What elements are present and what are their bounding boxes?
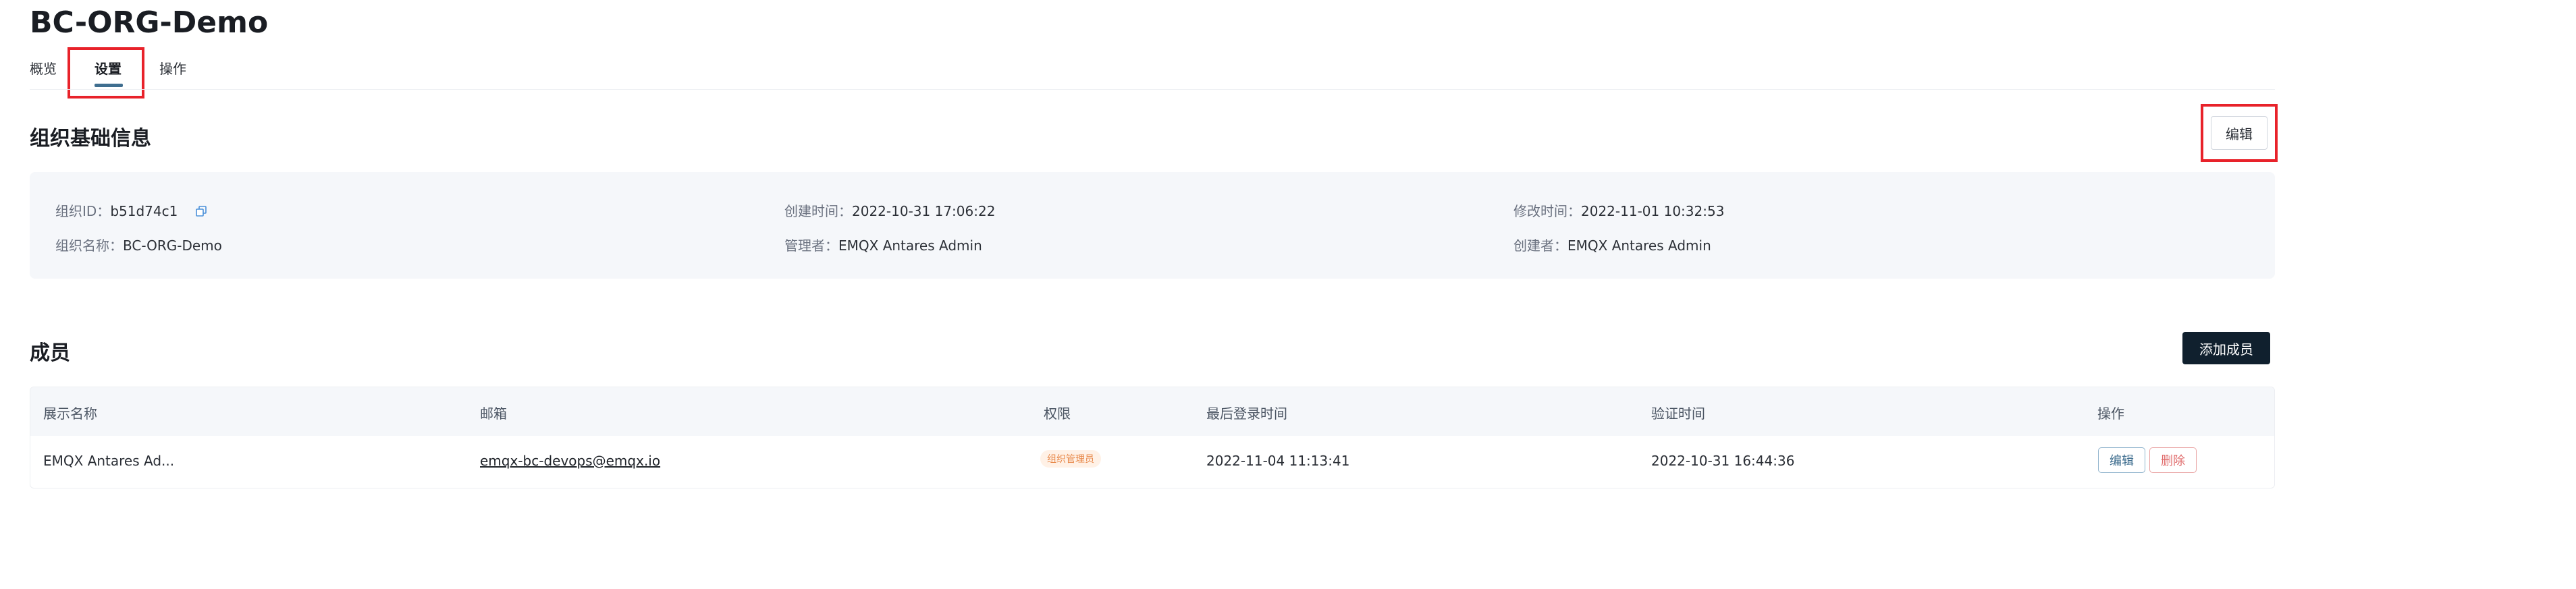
member-last-login: 2022-11-04 11:13:41 xyxy=(1206,453,1350,469)
created-time-field: 创建时间：2022-10-31 17:06:22 xyxy=(784,200,995,220)
org-name-value: BC-ORG-Demo xyxy=(123,237,222,254)
col-permission: 权限 xyxy=(1044,405,1071,422)
tab-highlight-box xyxy=(68,47,144,99)
member-edit-button[interactable]: 编辑 xyxy=(2098,447,2145,473)
member-delete-button[interactable]: 删除 xyxy=(2149,447,2197,473)
modified-time-field: 修改时间：2022-11-01 10:32:53 xyxy=(1513,200,1724,220)
org-id-label: 组织ID： xyxy=(55,203,111,219)
page-title: BC-ORG-Demo xyxy=(30,5,269,40)
col-actions: 操作 xyxy=(2097,405,2124,422)
org-id-field: 组织ID：b51d74c1 xyxy=(55,200,207,220)
org-name-label: 组织名称： xyxy=(55,237,123,254)
col-display-name: 展示名称 xyxy=(43,405,97,422)
col-email: 邮箱 xyxy=(480,405,507,422)
role-badge: 组织管理员 xyxy=(1040,450,1101,468)
creator-field: 创建者：EMQX Antares Admin xyxy=(1513,235,1711,254)
creator-label: 创建者： xyxy=(1513,237,1567,254)
manager-value: EMQX Antares Admin xyxy=(838,237,982,254)
member-display-name: EMQX Antares Ad... xyxy=(43,453,175,469)
copy-icon[interactable] xyxy=(195,204,207,217)
created-time-label: 创建时间： xyxy=(784,203,852,219)
add-member-button[interactable]: 添加成员 xyxy=(2182,332,2270,364)
members-title: 成员 xyxy=(30,341,70,365)
org-info-panel xyxy=(30,172,2275,279)
table-header xyxy=(30,387,2274,436)
manager-label: 管理者： xyxy=(784,237,838,254)
members-table: 展示名称 邮箱 权限 最后登录时间 验证时间 操作 EMQX Antares A… xyxy=(30,387,2275,488)
col-verified-time: 验证时间 xyxy=(1651,405,1705,422)
created-time-value: 2022-10-31 17:06:22 xyxy=(852,203,996,219)
manager-field: 管理者：EMQX Antares Admin xyxy=(784,235,982,254)
tab-overview[interactable]: 概览 xyxy=(30,58,57,78)
org-info-title: 组织基础信息 xyxy=(30,127,151,150)
tabs-divider xyxy=(30,89,2275,90)
member-email-link[interactable]: emqx-bc-devops@emqx.io xyxy=(480,453,660,469)
member-verified-time: 2022-10-31 16:44:36 xyxy=(1651,453,1795,469)
col-last-login: 最后登录时间 xyxy=(1206,405,1287,422)
creator-value: EMQX Antares Admin xyxy=(1567,237,1711,254)
tab-operations[interactable]: 操作 xyxy=(159,58,186,78)
modified-time-label: 修改时间： xyxy=(1513,203,1581,219)
org-id-value: b51d74c1 xyxy=(110,203,178,219)
modified-time-value: 2022-11-01 10:32:53 xyxy=(1581,203,1725,219)
edit-org-button[interactable]: 编辑 xyxy=(2211,116,2268,150)
org-name-field: 组织名称：BC-ORG-Demo xyxy=(55,235,222,254)
